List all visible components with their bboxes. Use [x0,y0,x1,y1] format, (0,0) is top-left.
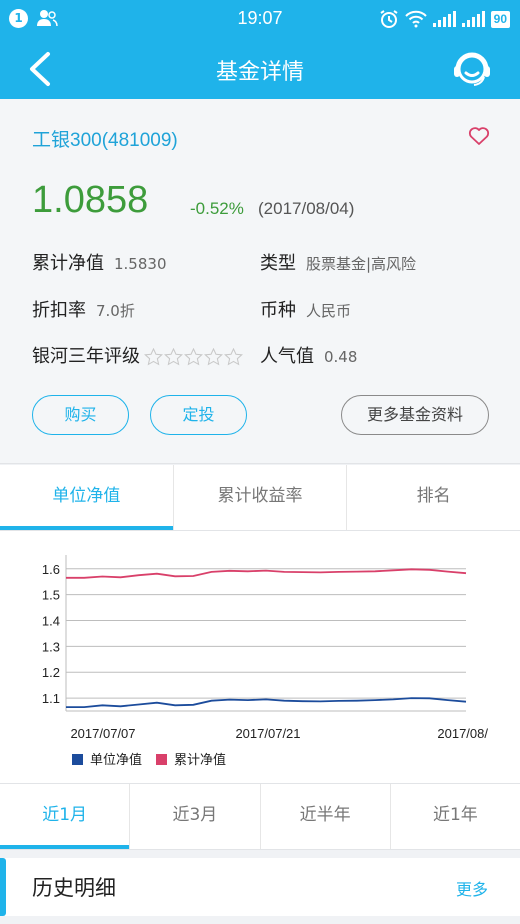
row-value: 股票基金|高风险 [306,255,417,273]
signal-icon-2 [461,11,485,27]
nav-date: (2017/08/04) [258,199,355,218]
y-tick-label: 1.5 [42,588,60,603]
legend-label: 单位净值 [90,753,143,768]
unit-nav-value: 1.0858 [32,179,149,221]
row-label: 银河三年评级 [32,346,140,367]
series-line-unit-nav [66,697,467,709]
rating-stars [144,348,243,366]
chart-tabs: 单位净值 累计收益率 排名 [0,465,520,531]
fund-info-card: 工银300(481009) 1.0858 -0.52% (2017/08/04)… [0,99,520,464]
buy-button[interactable]: 购买 [32,395,129,435]
star-icon [224,348,243,366]
x-tick-label: 2017/07/21 [235,726,300,741]
signal-icon [432,11,456,27]
customer-service-icon[interactable] [450,47,494,91]
period-1-year[interactable]: 近1年 [391,784,520,849]
history-title: 历史明细 [32,876,116,900]
tab-cumulative-return[interactable]: 累计收益率 [174,465,348,530]
row-label: 累计净值 [32,253,104,274]
status-icons: 90 [379,9,510,29]
history-more-link[interactable]: 更多 [456,876,488,900]
period-3-months[interactable]: 近3月 [130,784,261,849]
row-value: 7.0折 [96,302,135,320]
y-tick-label: 1.4 [42,613,60,628]
period-half-year[interactable]: 近半年 [261,784,391,849]
nav-chart: 1.6 1.5 1.4 1.3 1.2 1.1 2017/07/07 2017/07/21 20… [0,531,520,783]
y-tick-label: 1.6 [42,562,60,577]
alarm-icon [380,10,398,28]
row-label: 币种 [260,300,296,321]
popularity-row: 人气值 0.48 [260,342,357,368]
chart-legend: 单位净值 累计净值 [72,749,226,768]
y-tick-label: 1.3 [42,639,60,654]
legend-item-unit-nav: 单位净值 [72,749,142,768]
period-tabs: 近1月 近3月 近半年 近1年 [0,783,520,850]
nav-bar: 基金详情 [0,38,520,99]
wifi-icon [404,10,427,28]
legend-swatch [156,754,168,765]
section-accent-bar [0,858,6,916]
page-title: 基金详情 [215,60,304,85]
period-1-month[interactable]: 近1月 [0,784,131,849]
line-chart: 1.6 1.5 1.4 1.3 1.2 1.1 2017/07/07 2017/07/21 20… [42,555,488,741]
x-tick-label: 2017/07/07 [70,726,135,741]
row-label: 类型 [260,253,296,274]
fund-name: 工银300(481009) [32,130,178,151]
star-icon [184,348,203,366]
star-icon [164,348,183,366]
cumulative-nav-row: 累计净值 1.5830 [32,249,167,275]
row-value: 0.48 [324,348,358,366]
legend-label: 累计净值 [174,753,227,768]
star-icon [204,348,223,366]
rating-row: 银河三年评级 [32,342,243,368]
fixed-investment-button[interactable]: 定投 [150,395,247,435]
status-bar: 1 19:07 90 [0,0,520,38]
star-icon [144,348,163,366]
battery-level: 90 [490,10,510,28]
row-value: 人民币 [306,302,352,320]
history-section: 历史明细 更多 [0,858,520,916]
legend-item-cumulative-nav: 累计净值 [156,749,226,768]
tab-ranking[interactable]: 排名 [347,465,520,530]
tab-unit-nav[interactable]: 单位净值 [0,465,174,530]
row-label: 人气值 [260,346,314,367]
series-line-cumulative-nav [66,568,467,579]
legend-swatch [72,754,83,765]
heart-icon[interactable] [468,126,490,146]
y-tick-label: 1.2 [42,665,60,680]
fund-type-row: 类型 股票基金|高风险 [260,249,416,275]
more-fund-info-button[interactable]: 更多基金资料 [341,395,489,435]
row-value: 1.5830 [114,255,167,273]
daily-change: -0.52% [190,199,244,218]
y-tick-label: 1.1 [42,691,60,706]
x-tick-label: 2017/08/ [437,726,488,741]
discount-row: 折扣率 7.0折 [32,296,135,322]
row-label: 折扣率 [32,300,86,321]
currency-row: 币种 人民币 [260,296,351,322]
